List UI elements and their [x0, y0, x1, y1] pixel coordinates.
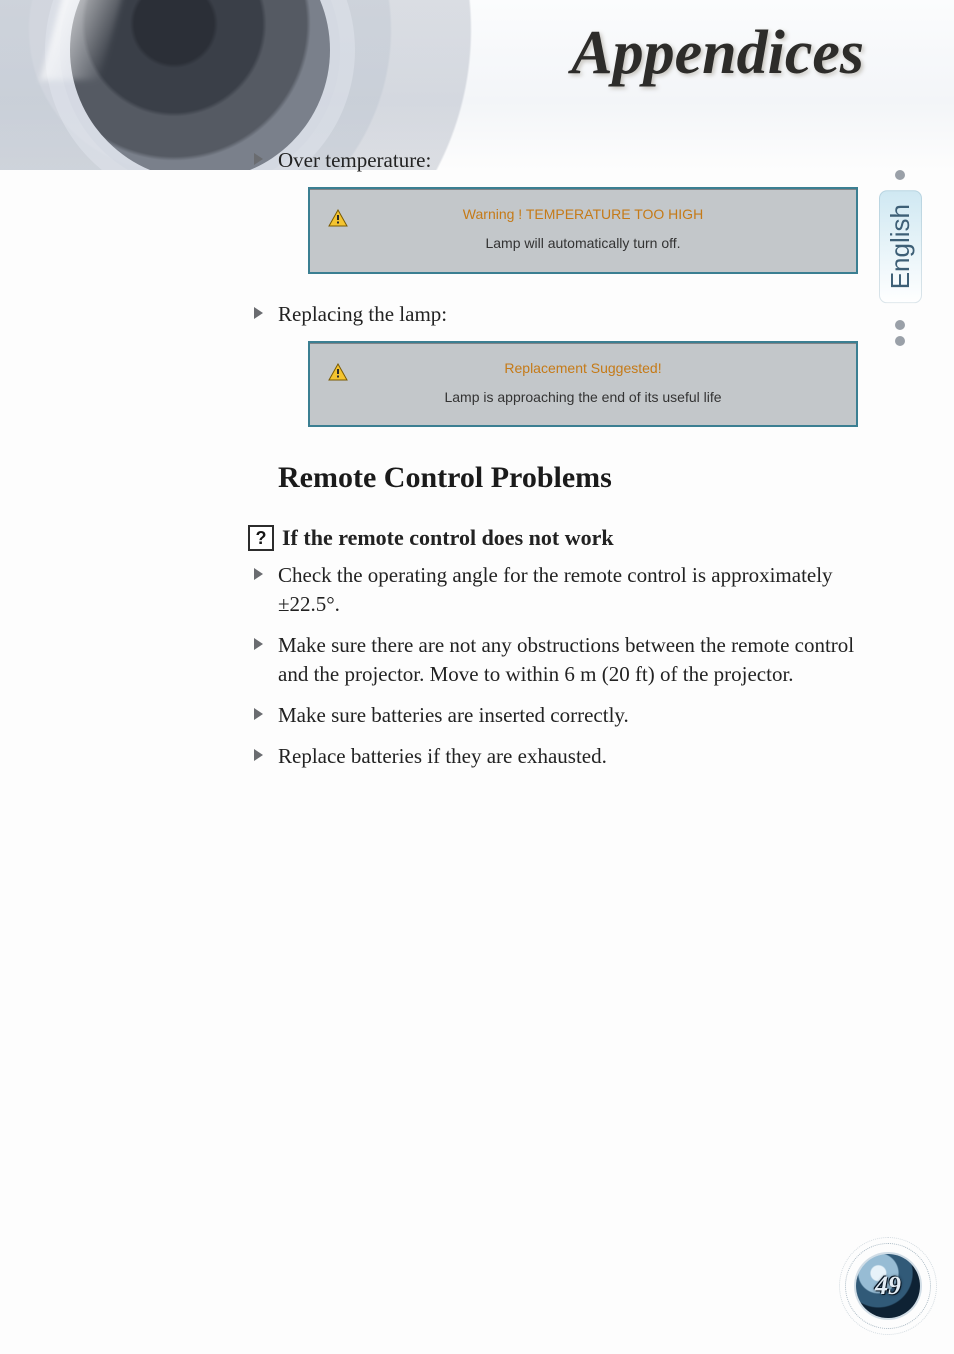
- list-item: Make sure batteries are inserted correct…: [248, 701, 868, 730]
- list-item-text: Make sure batteries are inserted correct…: [278, 703, 629, 727]
- warning-dialog-lamp: Replacement Suggested! Lamp is approachi…: [308, 341, 858, 428]
- top-bullet-list: Over temperature: Warning ! TEMPERATURE …: [248, 146, 868, 427]
- list-item: Replacing the lamp: Replacement Suggeste…: [248, 300, 868, 428]
- dialog-message: Lamp will automatically turn off.: [328, 234, 838, 253]
- list-item: Replace batteries if they are exhausted.: [248, 742, 868, 771]
- list-item-text: Replacing the lamp:: [278, 302, 447, 326]
- dot-icon: [895, 170, 905, 180]
- list-item-text: Over temperature:: [278, 148, 431, 172]
- dot-icon: [895, 320, 905, 330]
- list-item: Over temperature: Warning ! TEMPERATURE …: [248, 146, 868, 274]
- page-content: Over temperature: Warning ! TEMPERATURE …: [248, 146, 868, 783]
- language-label: English: [879, 190, 922, 303]
- question-heading: If the remote control does not work: [282, 525, 614, 551]
- list-item: Check the operating angle for the remote…: [248, 561, 868, 619]
- list-item: Make sure there are not any obstructions…: [248, 631, 868, 689]
- list-item-text: Check the operating angle for the remote…: [278, 563, 833, 616]
- language-tab: English: [868, 170, 932, 380]
- remote-bullet-list: Check the operating angle for the remote…: [248, 561, 868, 771]
- page-number-badge: 49: [856, 1254, 920, 1318]
- question-mark-icon: ?: [248, 525, 274, 551]
- warning-triangle-icon: [328, 361, 348, 390]
- dot-icon: [895, 336, 905, 346]
- dialog-heading: Warning ! TEMPERATURE TOO HIGH: [328, 205, 838, 224]
- question-heading-row: ? If the remote control does not work: [248, 525, 868, 551]
- warning-dialog-temperature: Warning ! TEMPERATURE TOO HIGH Lamp will…: [308, 187, 858, 274]
- section-heading: Remote Control Problems: [278, 461, 868, 495]
- dialog-message: Lamp is approaching the end of its usefu…: [328, 388, 838, 407]
- dialog-heading: Replacement Suggested!: [328, 359, 838, 378]
- page-number: 49: [875, 1271, 901, 1301]
- list-item-text: Make sure there are not any obstructions…: [278, 633, 854, 686]
- list-item-text: Replace batteries if they are exhausted.: [278, 744, 607, 768]
- chapter-title: Appendices: [571, 18, 864, 89]
- warning-triangle-icon: [328, 207, 348, 236]
